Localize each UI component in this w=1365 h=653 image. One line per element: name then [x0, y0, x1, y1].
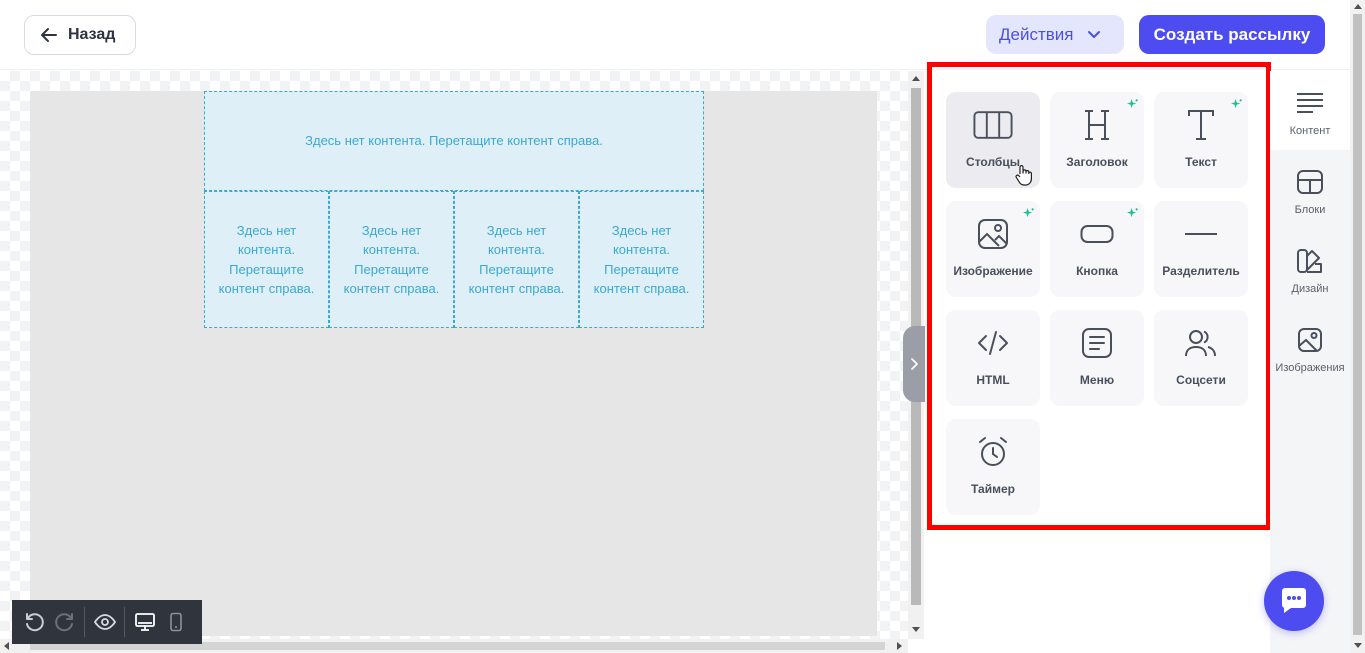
- dropzone-placeholder: Здесь нет контента. Перетащите контент с…: [218, 222, 315, 297]
- columns-icon: [973, 108, 1013, 142]
- content-lines-icon: [1295, 89, 1325, 117]
- social-icon: [1181, 326, 1221, 360]
- dropzone-row-top[interactable]: Здесь нет контента. Перетащите контент с…: [204, 91, 704, 191]
- sidebar-item-content[interactable]: Контент: [1270, 71, 1350, 150]
- desktop-view-button[interactable]: [129, 600, 160, 644]
- dropzone-placeholder: Здесь нет контента. Перетащите контент с…: [593, 222, 690, 297]
- panel-collapse-handle[interactable]: [903, 326, 925, 402]
- page-scroll-down-icon[interactable]: [1354, 643, 1362, 648]
- tile-menu[interactable]: Меню: [1050, 310, 1144, 406]
- create-mailing-label: Создать рассылку: [1153, 24, 1311, 44]
- dropzone-placeholder: Здесь нет контента. Перетащите контент с…: [468, 222, 565, 297]
- tile-label: Кнопка: [1076, 264, 1118, 278]
- sidebar-item-label: Изображения: [1275, 362, 1345, 374]
- mobile-icon: [169, 612, 182, 632]
- desktop-icon: [134, 613, 155, 631]
- dropzone-placeholder: Здесь нет контента. Перетащите контент с…: [343, 222, 440, 297]
- tile-divider[interactable]: Разделитель: [1154, 201, 1248, 297]
- text-icon: [1181, 108, 1221, 142]
- tile-label: Соцсети: [1176, 373, 1226, 387]
- tile-label: Заголовок: [1066, 155, 1128, 169]
- chevron-right-icon: [911, 358, 918, 370]
- alarm-clock-icon: [973, 435, 1013, 469]
- blocks-icon: [1295, 168, 1325, 196]
- toolbar-divider: [84, 607, 85, 637]
- dropzone-column-2[interactable]: Здесь нет контента. Перетащите контент с…: [329, 191, 454, 328]
- toolbar-divider: [124, 607, 125, 637]
- sparkle-icon: [1023, 208, 1034, 218]
- chat-bubble-icon: [1282, 588, 1306, 613]
- undo-icon: [25, 613, 44, 632]
- right-sidebar: Контент Блоки Дизайн Изображения: [1270, 71, 1350, 653]
- dropzone-column-3[interactable]: Здесь нет контента. Перетащите контент с…: [454, 191, 579, 328]
- hand-cursor-icon: [1015, 165, 1032, 186]
- sidebar-item-label: Контент: [1289, 125, 1331, 137]
- tile-html[interactable]: HTML: [946, 310, 1040, 406]
- dropzone-column-1[interactable]: Здесь нет контента. Перетащите контент с…: [204, 191, 329, 328]
- create-mailing-button[interactable]: Создать рассылку: [1139, 15, 1325, 54]
- scroll-up-arrow-icon[interactable]: [912, 76, 920, 81]
- top-bar: Назад Действия Создать рассылку: [0, 0, 1365, 70]
- tile-timer[interactable]: Таймер: [946, 419, 1040, 515]
- tile-label: Столбцы: [966, 155, 1020, 169]
- scroll-left-arrow-icon[interactable]: [4, 642, 9, 650]
- page-scrollbar[interactable]: [1350, 0, 1365, 653]
- back-label: Назад: [68, 26, 116, 43]
- image-icon: [973, 217, 1013, 251]
- tile-text[interactable]: Текст: [1154, 92, 1248, 188]
- sidebar-item-label: Дизайн: [1291, 283, 1329, 295]
- undo-button[interactable]: [18, 600, 49, 644]
- scroll-right-arrow-icon[interactable]: [897, 642, 902, 650]
- design-icon: [1295, 247, 1325, 275]
- sparkle-icon: [1231, 99, 1242, 109]
- chat-support-button[interactable]: [1264, 571, 1324, 631]
- sidebar-item-images[interactable]: Изображения: [1270, 308, 1350, 387]
- tile-label: Разделитель: [1162, 264, 1240, 278]
- editor-canvas: Здесь нет контента. Перетащите контент с…: [0, 71, 908, 639]
- menu-icon: [1077, 326, 1117, 360]
- sparkle-icon: [1127, 99, 1138, 109]
- sidebar-item-blocks[interactable]: Блоки: [1270, 150, 1350, 229]
- actions-label: Действия: [999, 24, 1074, 44]
- content-panel: Столбцы Заголовок Текст Изображение Кноп…: [925, 71, 1270, 653]
- eye-icon: [93, 614, 116, 630]
- tile-button[interactable]: Кнопка: [1050, 201, 1144, 297]
- redo-icon: [54, 613, 73, 632]
- tile-social[interactable]: Соцсети: [1154, 310, 1248, 406]
- tile-label: Текст: [1185, 155, 1217, 169]
- redo-button[interactable]: [49, 600, 80, 644]
- tile-label: HTML: [976, 373, 1010, 387]
- arrow-left-icon: [41, 28, 57, 42]
- preview-button[interactable]: [89, 600, 120, 644]
- page-scroll-thumb[interactable]: [1353, 14, 1362, 635]
- tile-heading[interactable]: Заголовок: [1050, 92, 1144, 188]
- mobile-view-button[interactable]: [160, 600, 191, 644]
- code-icon: [973, 326, 1013, 360]
- chevron-down-icon: [1088, 30, 1101, 38]
- heading-icon: [1077, 108, 1117, 142]
- tile-label: Таймер: [971, 482, 1015, 496]
- back-button[interactable]: Назад: [24, 15, 136, 55]
- page-scroll-up-icon[interactable]: [1354, 4, 1362, 9]
- dropzone-placeholder: Здесь нет контента. Перетащите контент с…: [305, 133, 603, 149]
- sparkle-icon: [1127, 208, 1138, 218]
- sidebar-item-design[interactable]: Дизайн: [1270, 229, 1350, 308]
- email-body: Здесь нет контента. Перетащите контент с…: [30, 91, 877, 636]
- scroll-down-arrow-icon[interactable]: [912, 627, 920, 632]
- sidebar-item-label: Блоки: [1294, 204, 1326, 216]
- editor-toolbar: [12, 600, 202, 644]
- images-icon: [1295, 326, 1325, 354]
- tile-label: Меню: [1079, 373, 1115, 387]
- tile-image[interactable]: Изображение: [946, 201, 1040, 297]
- tile-columns[interactable]: Столбцы: [946, 92, 1040, 188]
- button-shape-icon: [1077, 217, 1117, 251]
- divider-icon: [1181, 217, 1221, 251]
- actions-dropdown[interactable]: Действия: [986, 15, 1124, 54]
- tile-label: Изображение: [953, 264, 1033, 278]
- dropzone-column-4[interactable]: Здесь нет контента. Перетащите контент с…: [579, 191, 704, 328]
